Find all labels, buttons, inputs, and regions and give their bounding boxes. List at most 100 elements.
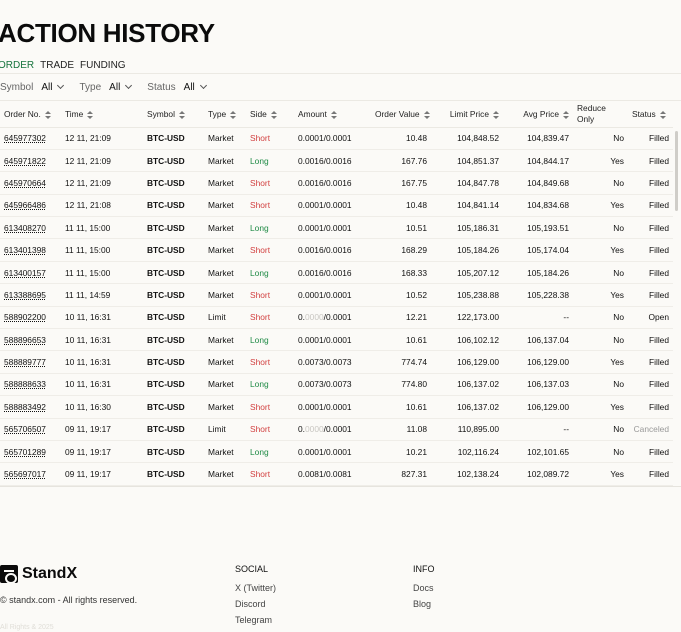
order-no-cell[interactable]: 613388695: [0, 283, 61, 307]
limit-price-cell: 105,186.31: [431, 216, 503, 240]
order-no-cell[interactable]: 565706507: [0, 418, 61, 441]
type-cell: Limit: [204, 418, 246, 441]
symbol-filter[interactable]: Symbol All: [0, 82, 65, 93]
col-time[interactable]: Time: [61, 101, 143, 128]
limit-price-cell: 104,847.78: [431, 171, 503, 195]
footer-social-heading: SOCIAL: [235, 564, 269, 574]
side-cell: Short: [246, 395, 294, 419]
table-row[interactable]: 588888633 10 11, 16:31 BTC-USD Market Long 0.…: [0, 373, 673, 397]
avg-price-cell: 106,137.04: [503, 328, 573, 352]
history-tabs: ORDER TRADE FUNDING: [0, 60, 126, 74]
col-amount[interactable]: Amount: [294, 101, 371, 128]
amount-cell: 0.0073/0.0073: [294, 373, 371, 397]
order-no-cell[interactable]: 588888633: [0, 373, 61, 397]
col-symbol[interactable]: Symbol: [143, 101, 204, 128]
order-value-cell: 774.74: [371, 350, 431, 374]
standx-logo-icon: [0, 565, 18, 584]
amount-cell: 0.0001/0.0001: [294, 127, 371, 150]
limit-price-cell: 110,895.00: [431, 418, 503, 441]
table-row[interactable]: 613388695 11 11, 14:59 BTC-USD Market Short 0…: [0, 283, 673, 307]
order-no-cell[interactable]: 565701289: [0, 440, 61, 464]
limit-price-cell: 105,207.12: [431, 261, 503, 285]
col-order-value[interactable]: Order Value: [371, 101, 431, 128]
table-row[interactable]: 645970664 12 11, 21:09 BTC-USD Market Short 0…: [0, 171, 673, 195]
order-no-cell[interactable]: 645977302: [0, 127, 61, 150]
order-no-cell[interactable]: 645970664: [0, 171, 61, 195]
table-row[interactable]: 565697017 09 11, 19:17 BTC-USD Market Short 0…: [0, 462, 673, 486]
limit-price-cell: 105,238.88: [431, 283, 503, 307]
col-type[interactable]: Type: [204, 101, 246, 128]
order-no-cell[interactable]: 588902200: [0, 306, 61, 330]
sort-icon: [87, 110, 94, 119]
time-cell: 11 11, 15:00: [61, 261, 143, 285]
col-limit-price[interactable]: Limit Price: [431, 101, 503, 128]
order-no-cell[interactable]: 645966486: [0, 194, 61, 218]
order-no-cell[interactable]: 645971822: [0, 149, 61, 173]
status-cell: Filled: [628, 127, 673, 150]
col-limit-price-label: Limit Price: [449, 108, 489, 119]
footer-link-telegram[interactable]: Telegram: [235, 615, 276, 625]
footer-link-blog[interactable]: Blog: [413, 599, 435, 609]
avg-price-cell: 104,839.47: [503, 127, 573, 150]
table-row[interactable]: 588883492 10 11, 16:30 BTC-USD Market Short 0…: [0, 395, 673, 419]
table-row[interactable]: 588896653 10 11, 16:31 BTC-USD Market Long 0.…: [0, 328, 673, 352]
col-side[interactable]: Side: [246, 101, 294, 128]
symbol-cell: BTC-USD: [143, 261, 204, 285]
reduce-only-cell: Yes: [573, 462, 628, 486]
table-row[interactable]: 565706507 09 11, 19:17 BTC-USD Limit Short 0.…: [0, 418, 673, 441]
sort-icon: [330, 110, 337, 119]
reduce-only-cell: No: [573, 418, 628, 441]
order-no-cell[interactable]: 613401398: [0, 238, 61, 262]
order-no-cell[interactable]: 588889777: [0, 350, 61, 374]
order-value-cell: 167.75: [371, 171, 431, 195]
time-cell: 12 11, 21:09: [61, 149, 143, 173]
table-row[interactable]: 613401398 11 11, 15:00 BTC-USD Market Short 0…: [0, 238, 673, 262]
table-row[interactable]: 613400157 11 11, 15:00 BTC-USD Market Long 0.…: [0, 261, 673, 285]
table-row[interactable]: 588889777 10 11, 16:31 BTC-USD Market Short 0…: [0, 350, 673, 374]
side-cell: Short: [246, 194, 294, 218]
avg-price-cell: --: [503, 306, 573, 330]
symbol-cell: BTC-USD: [143, 462, 204, 486]
col-order-no[interactable]: Order No.: [0, 101, 61, 128]
tab-trade[interactable]: TRADE: [40, 60, 74, 74]
table-scrollbar-thumb[interactable]: [675, 131, 678, 211]
sort-icon: [44, 110, 51, 119]
time-cell: 11 11, 15:00: [61, 216, 143, 240]
type-filter[interactable]: Type All: [79, 81, 133, 93]
col-time-label: Time: [65, 108, 84, 119]
order-no-cell[interactable]: 588883492: [0, 395, 61, 419]
footer-link-discord[interactable]: Discord: [235, 599, 276, 609]
footer-link-docs[interactable]: Docs: [413, 583, 435, 593]
tab-funding[interactable]: FUNDING: [80, 60, 126, 74]
table-row[interactable]: 613408270 11 11, 15:00 BTC-USD Market Long 0.…: [0, 216, 673, 240]
table-row[interactable]: 588902200 10 11, 16:31 BTC-USD Limit Short 0.…: [0, 306, 673, 330]
col-avg-price[interactable]: Avg Price: [503, 101, 573, 128]
sort-icon: [563, 110, 569, 119]
type-cell: Market: [204, 462, 246, 486]
table-row[interactable]: 645971822 12 11, 21:09 BTC-USD Market Long 0.…: [0, 149, 673, 173]
table-row[interactable]: 645977302 12 11, 21:09 BTC-USD Market Short 0…: [0, 127, 673, 150]
brand[interactable]: StandX: [0, 565, 77, 584]
type-filter-value: All: [109, 81, 121, 93]
col-type-label: Type: [208, 108, 227, 119]
order-no-cell[interactable]: 613408270: [0, 216, 61, 240]
table-row[interactable]: 645966486 12 11, 21:08 BTC-USD Market Short 0…: [0, 194, 673, 218]
tab-order[interactable]: ORDER: [0, 60, 35, 74]
col-status[interactable]: Status: [628, 101, 673, 128]
avg-price-cell: 105,174.04: [503, 238, 573, 262]
status-filter[interactable]: Status All: [147, 82, 207, 93]
order-value-cell: 10.48: [371, 194, 431, 218]
filter-bar: Symbol All Type All Status All: [0, 73, 681, 101]
table-row[interactable]: 565701289 09 11, 19:17 BTC-USD Market Long 0.…: [0, 440, 673, 464]
order-value-cell: 167.76: [371, 149, 431, 173]
order-no-cell[interactable]: 588896653: [0, 328, 61, 352]
order-no-cell[interactable]: 565697017: [0, 462, 61, 486]
col-status-label: Status: [632, 108, 656, 119]
reduce-only-cell: No: [573, 328, 628, 352]
order-no-cell[interactable]: 613400157: [0, 261, 61, 285]
symbol-cell: BTC-USD: [143, 149, 204, 173]
side-cell: Long: [246, 440, 294, 464]
type-cell: Limit: [204, 306, 246, 330]
footer-link-x[interactable]: X (Twitter): [235, 583, 276, 593]
time-cell: 09 11, 19:17: [61, 440, 143, 464]
